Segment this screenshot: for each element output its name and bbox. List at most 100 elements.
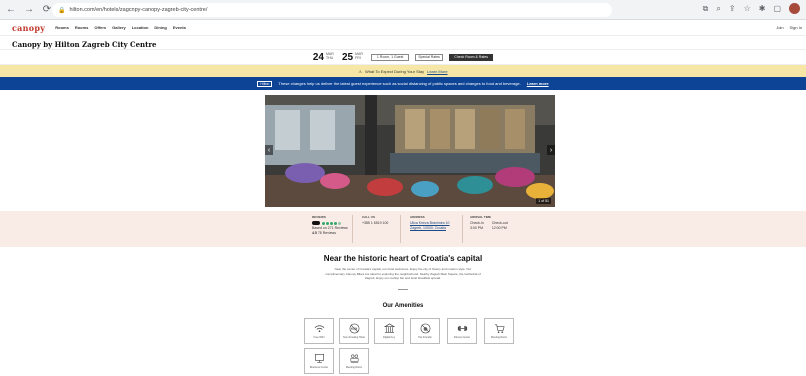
image-counter: 1 of 51 [536,198,551,204]
check-rates-button[interactable]: Check Room & Rates [449,53,494,61]
site-header: canopy Rooms Rooms Offers Gallery Locati… [0,20,806,36]
no-smoking-icon [349,323,359,334]
checkin-sub: MAR THU [326,52,334,60]
computer-icon [314,354,324,363]
alert-icon: ⚠ [358,68,363,74]
call-label: Call us [362,215,375,219]
profile-avatar[interactable] [789,3,800,14]
page-title: Canopy by Hilton Zagreb City Centre [12,40,157,49]
divider [400,215,401,243]
amenity-label: Pet Friendly [418,336,432,339]
back-icon[interactable]: ← [4,3,18,17]
tripadvisor-icon [312,221,320,225]
account-links: Join Sign In [776,25,802,30]
amenity-card: Digital Key [374,318,404,344]
checkout-sub: MAR FRI [355,52,363,60]
zoom-icon[interactable]: ⌕ [716,4,720,14]
promo-text: These changes help us deliver the latest… [278,81,521,86]
rating-score: 4.5 [312,231,317,236]
share-icon[interactable]: ⇪ [729,4,736,13]
building-icon [383,323,395,333]
section-heading: Near the historic heart of Croatia's cap… [323,254,483,263]
extensions-icon[interactable]: ✱ [759,4,766,13]
sign-in-link[interactable]: Sign In [790,25,802,30]
next-image-button[interactable]: › [547,145,555,155]
reviews-section: Reviews Based on 271 Reviews 4.5 78 Revi… [312,215,348,237]
lock-icon: 🔒 [58,7,66,14]
arrival-label: Arrival time [470,215,492,219]
hilton-badge: Hilton [257,80,273,87]
tripadvisor-rating[interactable] [312,221,348,225]
promo-link[interactable]: Learn more [527,81,549,86]
arrival-section: Arrival time Check-in 3:00 PM Check-out … [470,215,508,232]
address-line2[interactable]: Zagreb, 10000, Croatia [410,226,450,231]
rating-count: 78 Reviews [317,231,336,236]
translate-icon[interactable]: ⧉ [703,4,709,14]
address-label: Address [410,215,425,219]
divider-line [398,289,408,290]
amenity-label: Meeting Room [345,366,363,369]
rating-row[interactable]: 4.5 78 Reviews [312,231,348,236]
special-rates-select[interactable]: Special Rates [415,53,444,61]
nav-item[interactable]: Location [132,25,149,30]
checkout-day: 25 [342,51,354,63]
alert-link[interactable]: Learn More [427,69,447,74]
hero-image: ‹ › 1 of 51 [265,95,555,207]
url-text: hilton.com/en/hotels/zagcnpy-canopy-zagr… [69,7,208,13]
browser-toolbar: ← → ⟳ 🔒 hilton.com/en/hotels/zagcnpy-can… [0,0,806,20]
alert-banner: ⚠ What To Expect During Your Stay Learn … [0,65,806,77]
amenity-label: Fitness Center [453,336,471,339]
amenity-card: Pet Friendly [410,318,440,344]
call-section: Call us +385 1 6519 100 [362,215,388,226]
amenities-heading: Our Amenities [382,303,424,309]
forward-icon[interactable]: → [22,3,36,17]
hotel-info-strip: Reviews Based on 271 Reviews 4.5 78 Revi… [0,211,806,247]
nav-item[interactable]: Dining [154,25,166,30]
alert-text: What To Expect During Your Stay [365,68,425,74]
wifi-icon [314,325,324,333]
checkin-day: 24 [312,51,324,63]
section-description: Near the center of Croatia's capital, ou… [325,267,481,280]
divider [352,215,353,243]
people-icon [350,354,358,363]
reviews-label: Reviews [312,215,326,219]
divider [462,215,463,243]
bookmark-icon[interactable]: ☆ [744,4,751,13]
nav-item[interactable]: Rooms [55,25,69,30]
cart-icon [494,324,504,333]
amenity-card: Meeting Room [339,348,369,374]
previous-image-button[interactable]: ‹ [265,145,273,155]
address-section: Address Ulica Kneza Branimira 10 Zagreb,… [410,215,450,232]
nav-item[interactable]: Events [173,25,186,30]
address-bar[interactable]: 🔒 hilton.com/en/hotels/zagcnpy-canopy-za… [52,3,612,17]
amenity-card: Meeting Room [484,318,514,344]
nav-item[interactable]: Gallery [112,25,126,30]
browser-actions: ⧉ ⌕ ⇪ ☆ ✱ ▢ [703,3,800,14]
amenity-label: Meeting Room [490,336,508,339]
checkout-time: 12:00 PM [491,226,507,231]
nav-item[interactable]: Rooms [75,25,89,30]
amenity-card: Non-Smoking Hotel [339,318,369,344]
amenity-card: Fitness Center [447,318,477,344]
nav-item[interactable]: Offers [94,25,106,30]
amenity-label: Business Center [309,366,329,369]
canopy-logo[interactable]: canopy [12,23,45,33]
checkin-date[interactable]: 24 MAR THU [313,52,336,63]
window-icon[interactable]: ▢ [773,4,781,13]
amenity-label: Non-Smoking Hotel [343,336,365,339]
hotel-lobby-illustration [265,95,555,207]
phone-number[interactable]: +385 1 6519 100 [362,221,388,226]
promo-banner: Hilton These changes help us deliver the… [0,77,806,90]
no-pets-icon [420,323,430,334]
main-nav: Rooms Rooms Offers Gallery Location Dini… [55,25,186,30]
dumbbell-icon [457,325,467,332]
checkin-time: 3:00 PM [470,226,484,231]
amenity-card: Free WiFi [304,318,334,344]
booking-widget: 24 MAR THU 25 MAR FRI 1 Room, 1 Guest Sp… [0,49,806,65]
amenity-label: Free WiFi [313,336,325,339]
amenity-card: Business Center [304,348,334,374]
amenity-label: Digital Key [383,336,395,339]
join-link[interactable]: Join [776,25,783,30]
rooms-guests-select[interactable]: 1 Room, 1 Guest [371,53,410,61]
checkout-date[interactable]: 25 MAR FRI [342,52,365,63]
